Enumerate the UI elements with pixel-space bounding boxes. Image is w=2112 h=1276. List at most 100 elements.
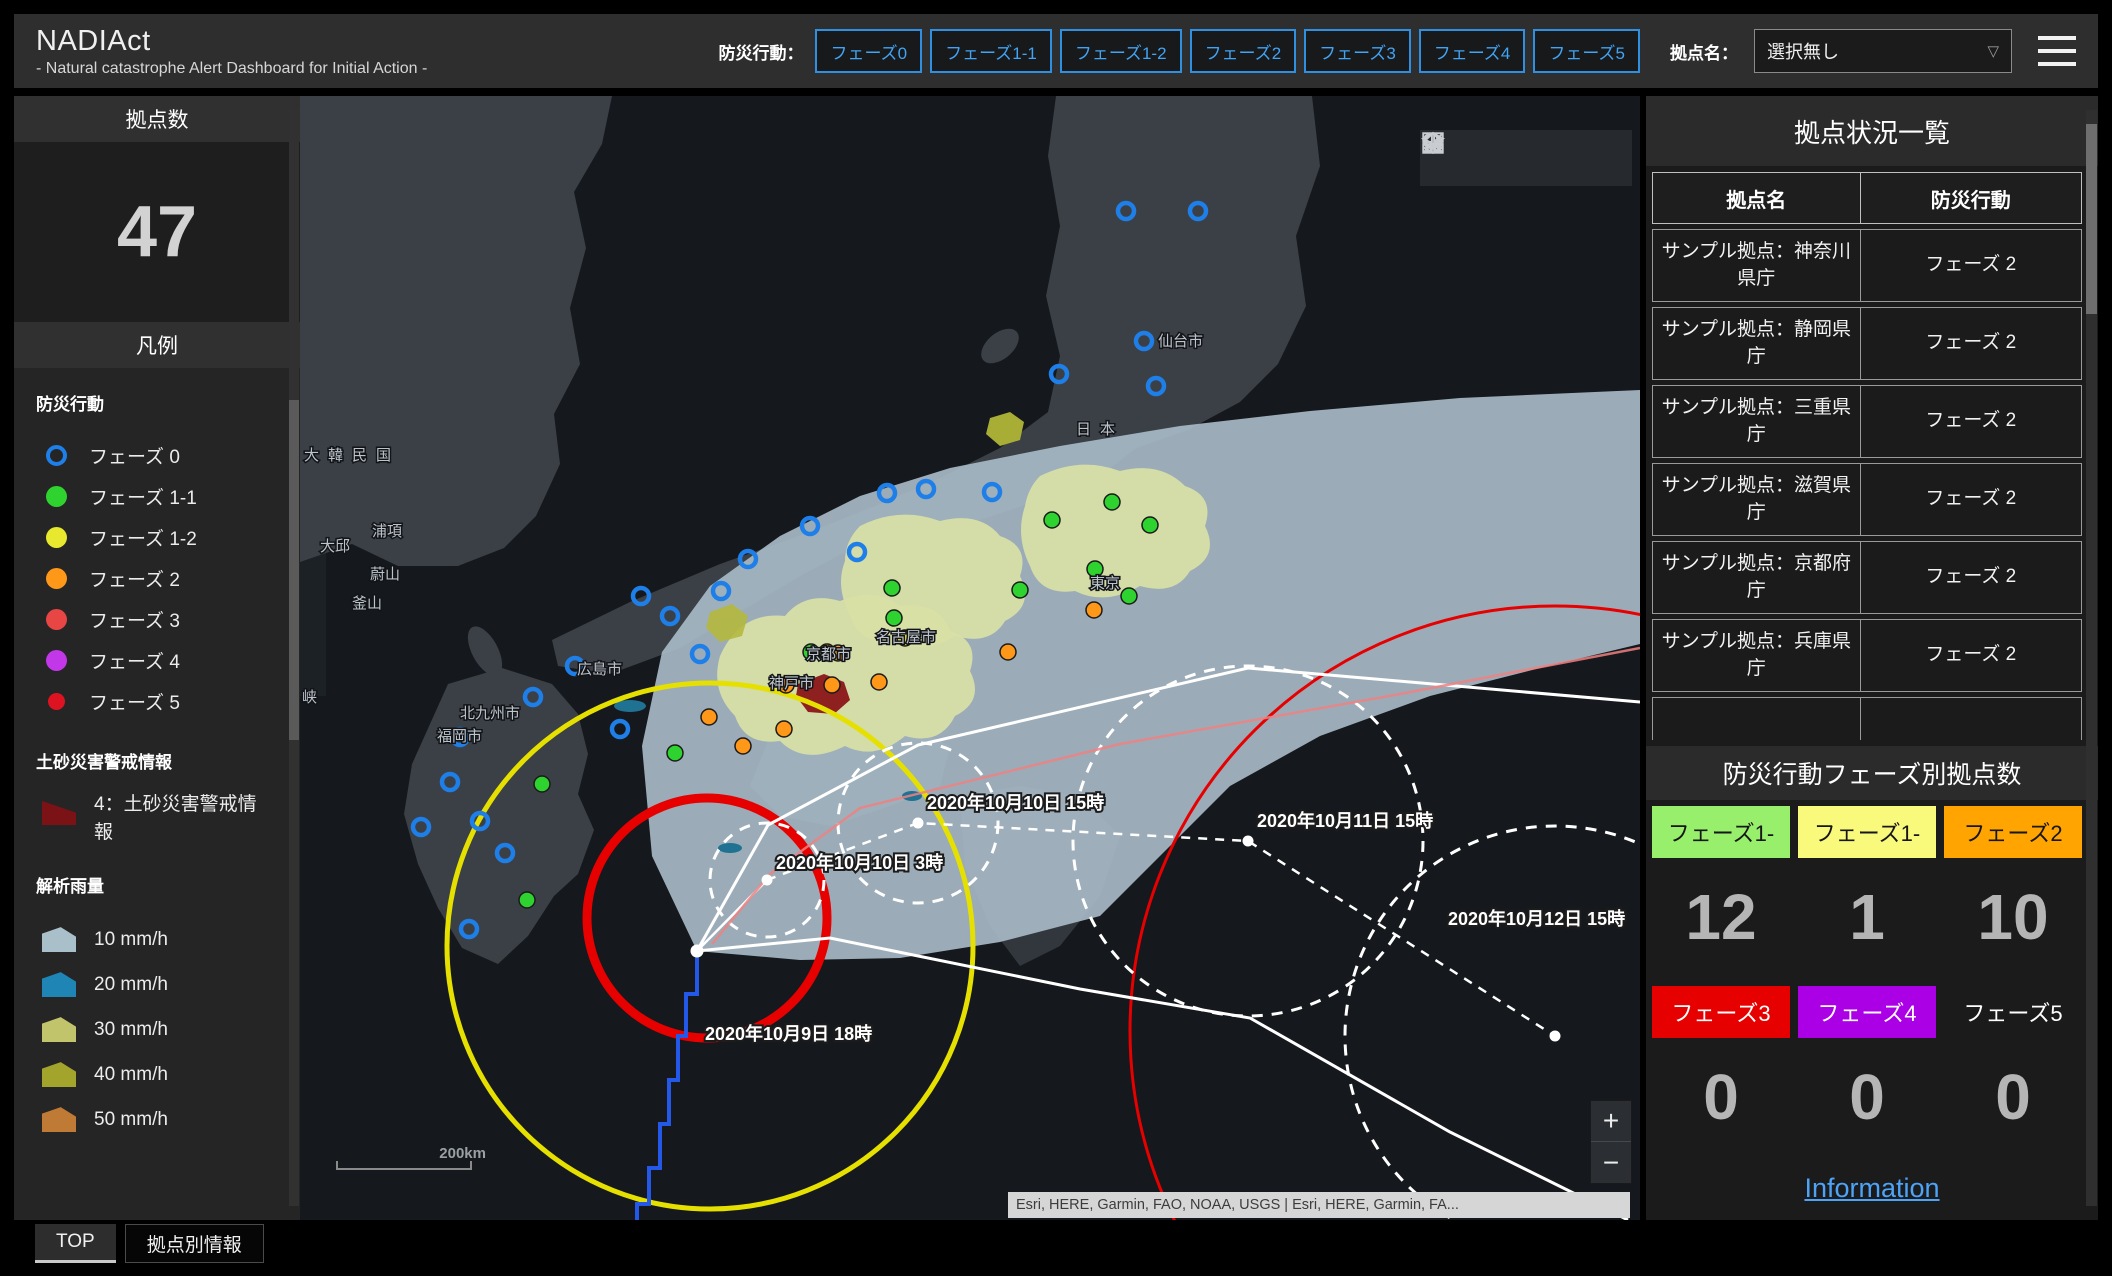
site-name-cell: サンプル拠点：神奈川県庁 [1653, 230, 1861, 301]
legend-section-behavior: 防災行動 [36, 390, 282, 415]
phase-filter-button-1-1[interactable]: フェーズ1-1 [930, 29, 1052, 73]
svg-text:北九州市: 北九州市 [460, 705, 520, 722]
svg-text:日本: 日本 [1076, 421, 1124, 438]
phase-filter-button-5[interactable]: フェーズ5 [1533, 29, 1640, 73]
legend-item-rain30: 30 mm/h [42, 1007, 282, 1052]
rain40-swatch [42, 1062, 76, 1087]
table-row[interactable]: サンプル拠点：京都府庁 フェーズ 2 [1652, 541, 2082, 614]
status-panel-title: 拠点状況一覧 [1646, 96, 2098, 166]
svg-text:京都市: 京都市 [806, 646, 851, 663]
status-table-header: 拠点名 防災行動 [1652, 172, 2082, 224]
rain-overlay-chubu [841, 515, 1025, 648]
legend-item-phase4: フェーズ 4 [46, 640, 282, 681]
svg-text:釜山: 釜山 [352, 595, 382, 612]
legend-item-phase3: フェーズ 3 [46, 599, 282, 640]
scrollbar-thumb[interactable] [2086, 124, 2097, 314]
phase2-count-badge: フェーズ2 [1944, 806, 2082, 858]
status-panel: 拠点状況一覧 拠点名 防災行動 サンプル拠点：神奈川県庁 フェーズ 2 サンプル… [1646, 96, 2098, 1220]
legend-item-phase2: フェーズ 2 [46, 558, 282, 599]
app-subtitle: - Natural catastrophe Alert Dashboard fo… [36, 60, 427, 78]
legend-label: 20 mm/h [94, 974, 168, 996]
column-header-phase: 防災行動 [1861, 173, 2081, 223]
table-row[interactable]: サンプル拠点：静岡県庁 フェーズ 2 [1652, 307, 2082, 380]
table-row[interactable]: サンプル拠点：滋賀県庁 フェーズ 2 [1652, 463, 2082, 536]
phase-filter-button-1-2[interactable]: フェーズ1-2 [1060, 29, 1182, 73]
map-zoom-control: + − [1590, 1100, 1632, 1184]
basemap-grid-icon[interactable] [1583, 141, 1617, 175]
legend-item-rain50: 50 mm/h [42, 1097, 282, 1142]
information-link[interactable]: Information [1804, 1173, 1939, 1204]
scale-bar [336, 1161, 472, 1170]
app-header: NADIAct - Natural catastrophe Alert Dash… [14, 14, 2098, 88]
legend-label: 4：土砂災害警戒情報 [94, 791, 274, 846]
phase-filter-button-0[interactable]: フェーズ0 [815, 29, 922, 73]
site-name-cell: サンプル拠点：三重県庁 [1653, 386, 1861, 457]
phase-count-title: 防災行動フェーズ別拠点数 [1646, 746, 2098, 800]
phase-cell: フェーズ 2 [1861, 230, 2081, 301]
phase-filter-button-4[interactable]: フェーズ4 [1419, 29, 1526, 73]
sidebar: 拠点数 47 凡例 防災行動 フェーズ 0 フェーズ 1-1 フェーズ 1-2 [14, 96, 300, 1220]
svg-text:仙台市: 仙台市 [1158, 333, 1203, 350]
table-row[interactable]: サンプル拠点：三重県庁 フェーズ 2 [1652, 385, 2082, 458]
phase-count-row-1: フェーズ1- フェーズ1- フェーズ2 12 1 10 [1646, 800, 2098, 976]
phase2-swatch [46, 568, 67, 589]
phase3-swatch [46, 609, 67, 630]
legend-label: 50 mm/h [94, 1109, 168, 1131]
rain20-swatch [42, 972, 76, 997]
phase1-2-count: 1 [1798, 858, 1936, 976]
legend-label: フェーズ 0 [89, 442, 180, 469]
phase-cell: フェーズ 2 [1861, 542, 2081, 613]
map[interactable]: 仙台市日本大韓民国大邱浦項蔚山釜山峡広島市北九州市福岡市名古屋市京都市神戸市東京… [300, 96, 1640, 1220]
panel-scrollbar[interactable] [2086, 110, 2097, 1206]
layers-icon[interactable] [1534, 141, 1568, 175]
svg-text:大韓民国: 大韓民国 [304, 447, 400, 464]
phase1-1-count: 12 [1652, 858, 1790, 976]
legend-label: 10 mm/h [94, 929, 168, 951]
app-title: NADIAct [36, 25, 427, 58]
site-select-dropdown[interactable]: 選択無し ▽ [1754, 29, 2012, 73]
phase5-count: 0 [1944, 1038, 2082, 1156]
legend-label: フェーズ 2 [89, 565, 180, 592]
svg-text:浦項: 浦項 [372, 523, 402, 540]
site-count-value: 47 [14, 142, 300, 322]
legend-item-phase1-2: フェーズ 1-2 [46, 517, 282, 558]
phase-cell: フェーズ 2 [1861, 308, 2081, 379]
phase-filter-button-3[interactable]: フェーズ3 [1304, 29, 1411, 73]
rain10-swatch [42, 927, 76, 952]
legend-label: フェーズ 1-2 [89, 524, 197, 551]
site-name-cell: サンプル拠点：京都府庁 [1653, 542, 1861, 613]
brand: NADIAct - Natural catastrophe Alert Dash… [36, 25, 427, 78]
svg-text:東京: 東京 [1090, 575, 1120, 592]
legend-item-rain20: 20 mm/h [42, 962, 282, 1007]
legend-label: フェーズ 3 [89, 606, 180, 633]
phase-filter-button-2[interactable]: フェーズ2 [1190, 29, 1297, 73]
phase2-count: 10 [1944, 858, 2082, 976]
tab-site-detail[interactable]: 拠点別情報 [125, 1224, 264, 1263]
svg-text:広島市: 広島市 [577, 661, 622, 678]
tab-top[interactable]: TOP [35, 1224, 116, 1263]
scrollbar-thumb[interactable] [289, 400, 299, 740]
table-row[interactable]: サンプル拠点：兵庫県庁 フェーズ 2 [1652, 619, 2082, 692]
sidebar-scrollbar[interactable] [289, 110, 299, 1206]
legend-title: 凡例 [14, 322, 300, 368]
view-tabs: TOP 拠点別情報 [35, 1224, 264, 1263]
home-icon[interactable] [1485, 141, 1519, 175]
zoom-out-button[interactable]: − [1591, 1142, 1631, 1183]
column-header-site: 拠点名 [1653, 173, 1861, 223]
site-name-cell: サンプル拠点：滋賀県庁 [1653, 464, 1861, 535]
menu-icon[interactable] [2038, 36, 2076, 66]
svg-text:2020年10月9日 18時: 2020年10月9日 18時 [705, 1023, 872, 1044]
svg-text:2020年10月10日 3時: 2020年10月10日 3時 [776, 852, 943, 873]
phase-count-row-2: フェーズ3 フェーズ4 フェーズ5 0 0 0 [1646, 980, 2098, 1156]
info-area: Information [1646, 1156, 2098, 1220]
svg-text:神戸市: 神戸市 [769, 675, 814, 692]
legend-body: 防災行動 フェーズ 0 フェーズ 1-1 フェーズ 1-2 フェーズ 2 [14, 368, 300, 1142]
table-row[interactable]: サンプル拠点：神奈川県庁 フェーズ 2 [1652, 229, 2082, 302]
site-count-title: 拠点数 [14, 96, 300, 142]
legend-item-rain10: 10 mm/h [42, 917, 282, 962]
zoom-in-button[interactable]: + [1591, 1101, 1631, 1142]
site-select-label: 拠点名： [1670, 39, 1738, 64]
map-attribution: Esri, HERE, Garmin, FAO, NOAA, USGS | Es… [1008, 1192, 1630, 1218]
table-row-partial[interactable] [1652, 697, 2082, 740]
svg-text:峡: 峡 [302, 689, 317, 706]
